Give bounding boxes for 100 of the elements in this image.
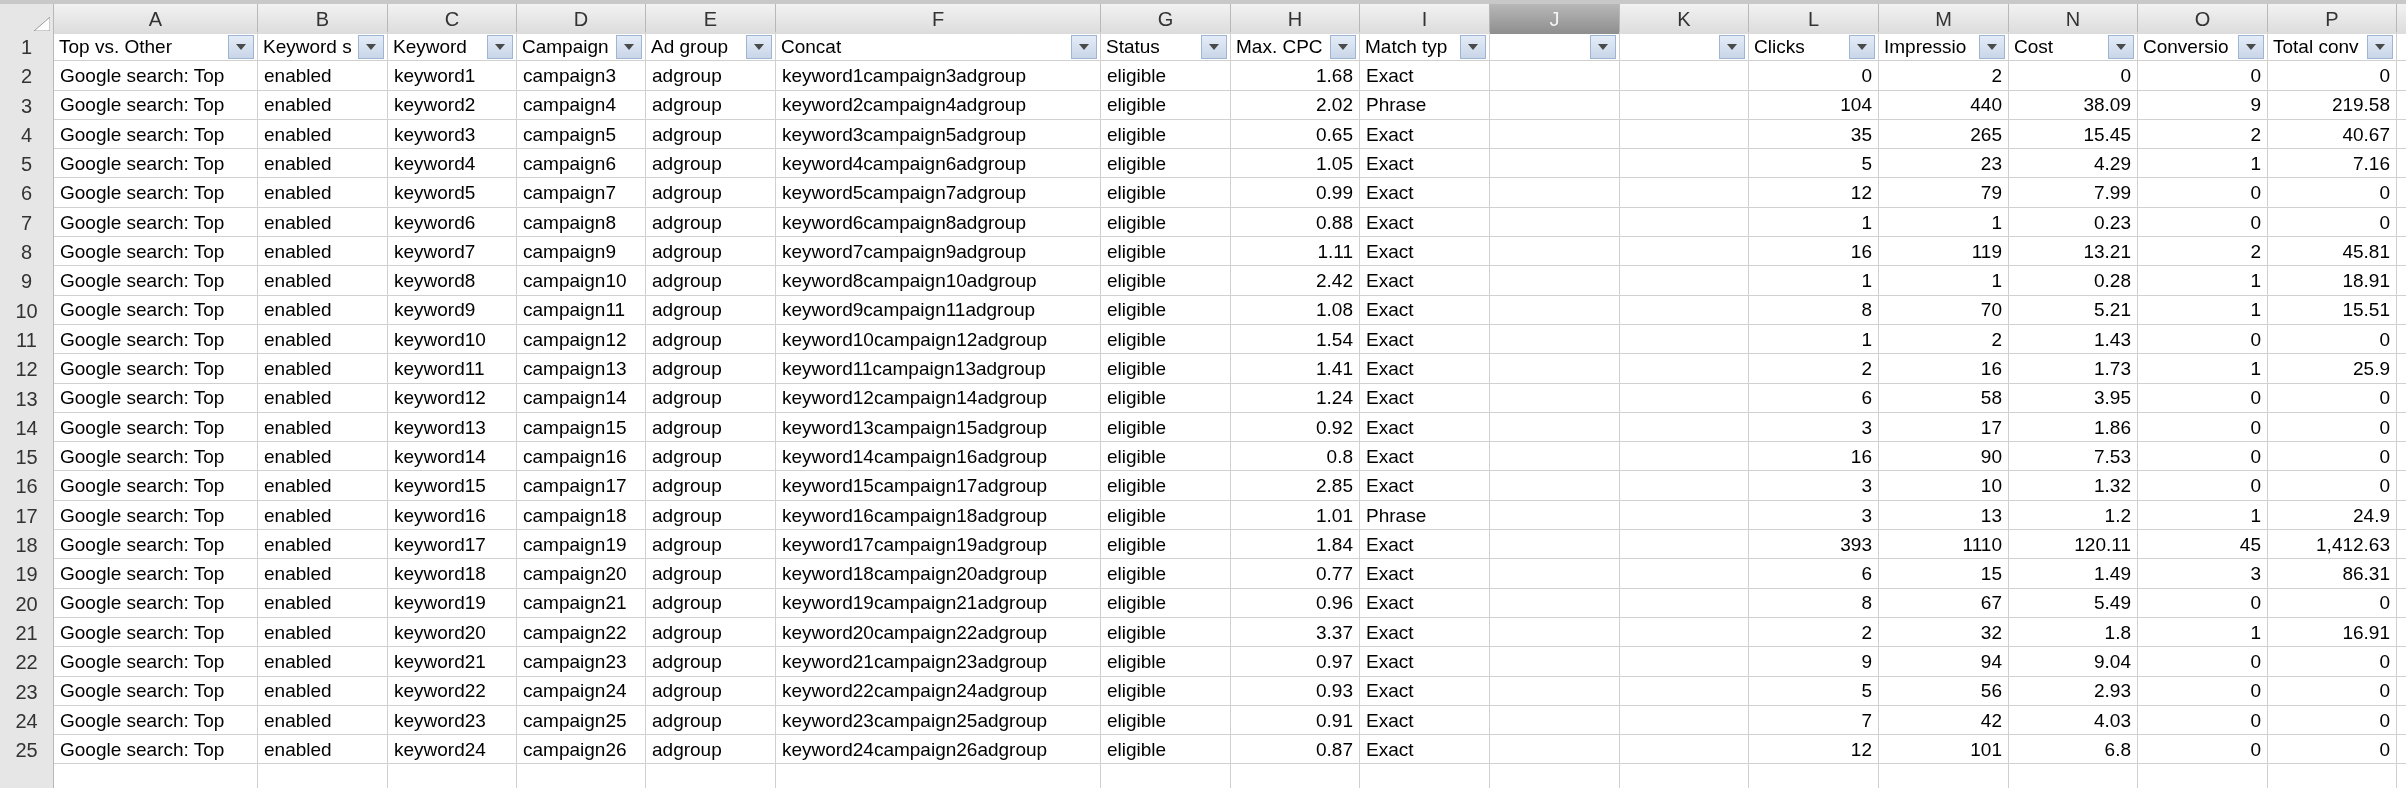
row-number[interactable]: 25 (0, 735, 54, 766)
column-letter-header[interactable]: M (1879, 4, 2009, 34)
row-number[interactable]: 20 (0, 588, 54, 619)
row-number[interactable]: 23 (0, 676, 54, 707)
caret-icon (1597, 43, 1609, 51)
table-cell-text: 10 (1980, 474, 2002, 499)
filter-button[interactable] (2238, 35, 2264, 59)
column-letter-header[interactable]: A (54, 4, 258, 34)
row-number[interactable]: 21 (0, 617, 54, 648)
row-number[interactable]: 2 (0, 61, 54, 92)
column-letter-header[interactable]: E (646, 4, 776, 34)
filter-button[interactable] (228, 35, 254, 59)
table-cell-text: 0 (2250, 679, 2261, 704)
row-number[interactable]: 1 (0, 32, 54, 62)
filter-button[interactable] (487, 35, 513, 59)
filter-button[interactable] (2367, 35, 2393, 59)
table-cell-text: 0 (2379, 64, 2390, 89)
table-cell-text: 3 (1861, 474, 1872, 499)
filter-button[interactable] (1590, 35, 1616, 59)
column-letter-header[interactable]: L (1749, 4, 1879, 34)
filter-button[interactable] (1071, 35, 1097, 59)
caret-icon (1986, 43, 1998, 51)
table-cell-text: 0 (2250, 327, 2261, 352)
filter-button[interactable] (358, 35, 384, 59)
row-number[interactable]: 5 (0, 149, 54, 180)
table-cell-text: campaign14 (523, 386, 627, 411)
table-cell-text: 3.95 (2094, 386, 2131, 411)
table-cell-text: enabled (264, 151, 332, 176)
filter-button[interactable] (1460, 35, 1486, 59)
column-header: Clicks (1754, 34, 1805, 59)
column-letter-header[interactable]: D (517, 4, 646, 34)
caret-icon (623, 43, 635, 51)
row-number[interactable]: 13 (0, 383, 54, 414)
table-cell-text: enabled (264, 737, 332, 762)
filter-button[interactable] (746, 35, 772, 59)
row-number[interactable]: 11 (0, 324, 54, 355)
row-number[interactable]: 7 (0, 207, 54, 238)
column-letter-header[interactable]: F (776, 4, 1101, 34)
row-number[interactable]: 3 (0, 90, 54, 121)
table-cell-text: 1 (1861, 210, 1872, 235)
column-letter-header[interactable]: K (1620, 4, 1749, 34)
table-cell-text: keyword9campaign11adgroup (782, 298, 1036, 323)
table-cell-text: Exact (1366, 210, 1414, 235)
row-number[interactable]: 22 (0, 647, 54, 678)
column-letter-header[interactable]: G (1101, 4, 1231, 34)
table-cell-text: 0 (2379, 444, 2390, 469)
row-number[interactable]: 6 (0, 178, 54, 209)
table-cell-text: 13 (1980, 503, 2002, 528)
table-cell-text: keyword15campaign17adgroup (782, 474, 1048, 499)
row-number[interactable]: 15 (0, 442, 54, 473)
table-cell-text: 1 (1991, 210, 2002, 235)
table-cell-text: 0 (2379, 650, 2390, 674)
row-number[interactable]: 24 (0, 705, 54, 736)
table-cell-text: 7.99 (2094, 181, 2131, 206)
table-cell-text: 15.51 (2342, 298, 2390, 323)
filter-button[interactable] (1719, 35, 1745, 59)
table-cell-text: 0 (2250, 708, 2261, 733)
table-cell-text: 16 (1850, 239, 1872, 264)
table-cell-text: eligible (1107, 122, 1167, 147)
column-letter-header[interactable]: H (1231, 4, 1360, 34)
column-letter-header[interactable]: B (258, 4, 388, 34)
filter-button[interactable] (1979, 35, 2005, 59)
filter-button[interactable] (1849, 35, 1875, 59)
table-cell-text: 86.31 (2342, 562, 2390, 587)
column-letter-header[interactable]: C (388, 4, 517, 34)
table-cell-text: keyword9 (394, 298, 476, 323)
column-letter-header[interactable]: N (2009, 4, 2138, 34)
row-number[interactable]: 17 (0, 500, 54, 531)
table-cell-text: keyword17campaign19adgroup (782, 532, 1048, 557)
caret-icon (365, 43, 377, 51)
table-cell-text: 1 (2250, 357, 2261, 381)
table-cell-text: Exact (1366, 151, 1414, 176)
table-cell-text: keyword20campaign22adgroup (782, 620, 1048, 645)
table-cell-text: 1 (2250, 503, 2261, 528)
column-letter-header[interactable]: P (2268, 4, 2397, 34)
table-cell-text: 94 (1980, 650, 2002, 674)
filter-button[interactable] (1330, 35, 1356, 59)
table-cell-text: adgroup (652, 327, 722, 352)
table-cell-text: 0 (2379, 415, 2390, 440)
filter-button[interactable] (1201, 35, 1227, 59)
table-cell-text: 0 (2379, 181, 2390, 206)
filter-button[interactable] (2108, 35, 2134, 59)
row-number[interactable]: 10 (0, 295, 54, 326)
table-cell-text: keyword23campaign25adgroup (782, 708, 1048, 733)
column-letter-header[interactable]: O (2138, 4, 2268, 34)
row-number[interactable]: 18 (0, 530, 54, 561)
filter-button[interactable] (616, 35, 642, 59)
row-number[interactable]: 9 (0, 266, 54, 297)
column-letter-header[interactable]: I (1360, 4, 1490, 34)
column-header: Impressio (1884, 34, 1967, 59)
row-number[interactable]: 4 (0, 119, 54, 150)
table-cell-text: campaign7 (523, 181, 616, 206)
table-cell-text: eligible (1107, 181, 1167, 206)
table-cell-text: 0.8 (1326, 444, 1353, 469)
row-number[interactable]: 14 (0, 412, 54, 443)
table-cell-text: Google search: Top (60, 503, 225, 528)
row-number[interactable]: 16 (0, 471, 54, 502)
row-number[interactable]: 19 (0, 559, 54, 590)
row-number[interactable]: 8 (0, 237, 54, 268)
row-number[interactable]: 12 (0, 354, 54, 385)
